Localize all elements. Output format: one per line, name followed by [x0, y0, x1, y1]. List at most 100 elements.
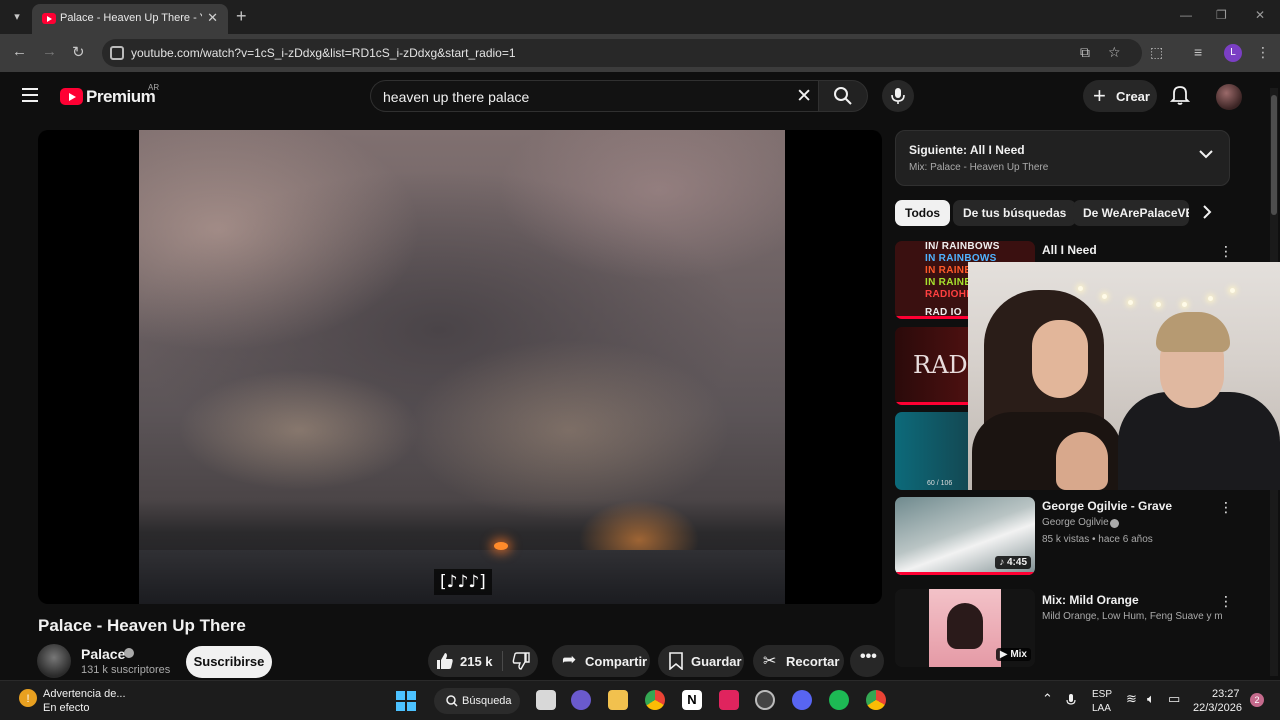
obs-icon[interactable]: [755, 690, 775, 710]
premium-brand[interactable]: Premium: [86, 87, 156, 107]
clock-time[interactable]: 23:27: [1212, 688, 1240, 700]
svg-text:!: !: [26, 693, 29, 705]
tab-close-icon[interactable]: ✕: [207, 10, 218, 26]
close-window-icon[interactable]: ✕: [1255, 8, 1265, 22]
tab-search-chevron-icon[interactable]: ▾: [8, 8, 26, 26]
search-input[interactable]: heaven up there palace ✕: [370, 80, 822, 112]
windows-taskbar: ! Advertencia de... En efecto Búsqueda N…: [0, 680, 1280, 720]
file-explorer-icon[interactable]: [608, 690, 628, 710]
scrollbar-thumb[interactable]: [1271, 95, 1277, 215]
reload-icon[interactable]: ↻: [72, 43, 85, 61]
chip-from-channel[interactable]: De WeArePalaceVEVO: [1073, 200, 1189, 226]
browser-profile-avatar[interactable]: L: [1224, 44, 1242, 62]
youtube-logo-icon[interactable]: [60, 88, 83, 105]
back-icon[interactable]: ←: [12, 43, 27, 60]
more-vertical-icon[interactable]: ⋮: [1219, 243, 1233, 260]
notion-icon[interactable]: N: [682, 690, 702, 710]
chevron-down-icon[interactable]: [1199, 149, 1213, 159]
search-query[interactable]: heaven up there palace: [383, 89, 529, 105]
chip-from-searches[interactable]: De tus búsquedas: [953, 200, 1077, 226]
tray-overflow-icon[interactable]: ⌃: [1042, 691, 1053, 707]
media-control-icon[interactable]: ≡: [1194, 44, 1202, 60]
battery-icon[interactable]: ▭: [1168, 691, 1180, 707]
discord-icon[interactable]: [792, 690, 812, 710]
language-top[interactable]: ESP: [1092, 689, 1112, 700]
rec-title-1[interactable]: All I Need: [1042, 243, 1097, 257]
warning-subtitle[interactable]: En efecto: [43, 702, 89, 714]
chrome-profile-icon[interactable]: [866, 690, 886, 710]
menu-icon[interactable]: [22, 88, 38, 102]
spotify-icon[interactable]: [829, 690, 849, 710]
bookmark-star-icon[interactable]: ☆: [1108, 44, 1121, 61]
like-count[interactable]: 215 k: [460, 654, 493, 669]
duration-text: 4:45: [1006, 557, 1027, 568]
browser-tab-active[interactable]: Palace - Heaven Up There - YouTube ✕: [32, 4, 228, 34]
dislike-icon[interactable]: [512, 652, 530, 670]
new-tab-icon[interactable]: +: [236, 6, 247, 27]
browser-menu-icon[interactable]: ⋮: [1256, 44, 1270, 61]
search-icon: [834, 87, 852, 105]
up-next-sub: Mix: Palace - Heaven Up There: [909, 162, 1049, 173]
extensions-icon[interactable]: ⬚: [1150, 44, 1163, 61]
save-button[interactable]: Guardar: [658, 645, 744, 677]
string-light: [1182, 302, 1187, 307]
windows-start-icon[interactable]: [396, 691, 416, 711]
language-bottom[interactable]: LAA: [1092, 703, 1111, 714]
verified-badge-icon: [1110, 519, 1119, 528]
url-text[interactable]: youtube.com/watch?v=1cS_i-zDdxg&list=RD1…: [131, 46, 516, 60]
taskbar-search[interactable]: Búsqueda: [434, 688, 520, 714]
scissors-icon: ✂: [763, 653, 777, 670]
install-app-icon[interactable]: ⧉: [1080, 44, 1090, 61]
chevron-right-icon[interactable]: [1202, 205, 1212, 219]
warning-icon[interactable]: !: [18, 688, 38, 708]
account-avatar[interactable]: [1216, 84, 1242, 110]
up-next-card[interactable]: Siguiente: All I Need Mix: Palace - Heav…: [895, 130, 1230, 186]
address-bar[interactable]: youtube.com/watch?v=1cS_i-zDdxg&list=RD1…: [102, 39, 1142, 67]
wifi-icon[interactable]: ≋: [1126, 691, 1137, 707]
site-info-icon[interactable]: [110, 46, 124, 60]
streamer-right-hair: [1156, 312, 1230, 352]
tiktok-icon[interactable]: [719, 690, 739, 710]
video-sunset: [494, 542, 508, 550]
caption-text: [♪♪♪]: [434, 569, 492, 595]
forward-icon[interactable]: →: [42, 43, 57, 60]
subscribe-button[interactable]: Suscribirse: [186, 646, 272, 678]
string-light: [1128, 300, 1133, 305]
task-view-icon[interactable]: [536, 690, 556, 710]
volume-icon[interactable]: 🔈︎: [1147, 691, 1155, 707]
rec-thumbnail-4[interactable]: ♪ 4:45: [895, 497, 1035, 575]
share-button[interactable]: ➦ Compartir: [552, 645, 650, 677]
youtube-favicon-icon: [42, 13, 56, 24]
clear-search-icon[interactable]: ✕: [796, 85, 812, 108]
search-button[interactable]: [818, 80, 868, 112]
video-frame[interactable]: [139, 130, 785, 604]
more-actions-button[interactable]: •••: [850, 645, 884, 677]
more-vertical-icon[interactable]: ⋮: [1219, 593, 1233, 610]
voice-search-button[interactable]: [882, 80, 914, 112]
thumb-text: IN/ RAINBOWS: [925, 241, 1000, 252]
channel-name[interactable]: Palace: [81, 646, 125, 662]
rec-title-5[interactable]: Mix: Mild Orange: [1042, 593, 1139, 607]
chrome-icon[interactable]: [645, 690, 665, 710]
like-divider: [502, 651, 503, 671]
chat-app-icon[interactable]: [571, 690, 591, 710]
maximize-icon[interactable]: ❐: [1216, 8, 1227, 22]
video-player[interactable]: [♪♪♪]: [38, 130, 882, 604]
like-icon[interactable]: [436, 652, 454, 670]
channel-avatar[interactable]: [37, 644, 71, 678]
chip-all[interactable]: Todos: [895, 200, 951, 226]
minimize-icon[interactable]: —: [1180, 8, 1192, 22]
clock-date[interactable]: 22/3/2026: [1193, 702, 1242, 714]
more-vertical-icon[interactable]: ⋮: [1219, 499, 1233, 516]
rec-title-4[interactable]: George Ogilvie - Grave: [1042, 499, 1172, 513]
notifications-bell-icon[interactable]: [1170, 84, 1190, 106]
like-dislike-group: 215 k: [428, 645, 538, 677]
clip-button[interactable]: ✂ Recortar: [753, 645, 844, 677]
notification-badge[interactable]: 2: [1250, 693, 1264, 707]
create-button[interactable]: + Crear: [1083, 80, 1157, 112]
tray-microphone-icon[interactable]: [1066, 694, 1076, 708]
rec-thumbnail-5[interactable]: ▶ Mix: [895, 589, 1035, 667]
rec-channel-4[interactable]: George Ogilvie: [1042, 517, 1109, 528]
warning-title[interactable]: Advertencia de...: [43, 688, 126, 700]
microphone-icon: [891, 88, 905, 104]
